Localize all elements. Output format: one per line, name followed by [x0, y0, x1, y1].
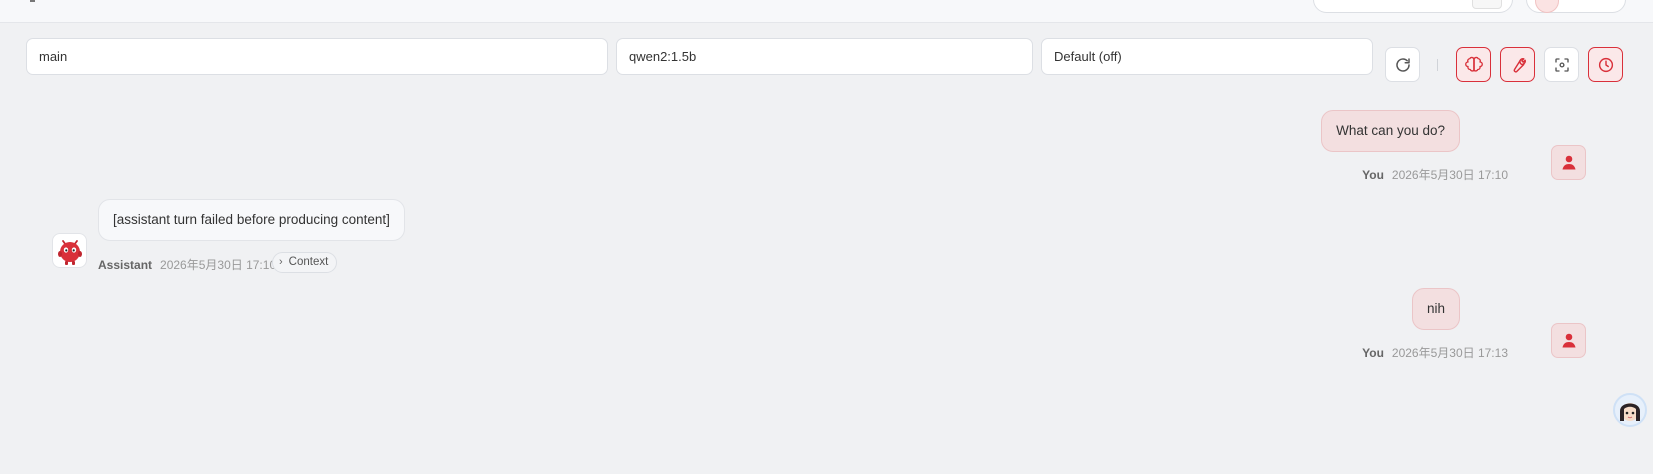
message-timestamp: 2026年5月30日 17:10: [1391, 168, 1508, 182]
message-author: Assistant: [98, 258, 153, 272]
user-avatar-message: [1551, 145, 1586, 180]
top-bar: [0, 0, 1653, 23]
chevron-right-icon: ›: [279, 256, 283, 268]
user-avatar-message: [1551, 323, 1586, 358]
search-pill[interactable]: [1313, 0, 1513, 13]
message-author: You: [1362, 168, 1384, 182]
focus-button[interactable]: [1544, 47, 1579, 82]
floating-assistant-button[interactable]: [1613, 393, 1647, 427]
shortcut-key-hint: [1472, 0, 1502, 9]
history-button[interactable]: [1588, 47, 1623, 82]
message-meta: You 2026年5月30日 17:13: [1362, 344, 1508, 361]
message-bubble: nih: [1411, 288, 1460, 330]
character-avatar-icon: [1620, 403, 1640, 421]
user-icon: [1562, 155, 1575, 170]
message-meta: You 2026年5月30日 17:10: [1362, 166, 1508, 183]
thinking-toggle-button[interactable]: [1456, 47, 1491, 82]
message-meta: Assistant 2026年5月30日 17:10: [98, 256, 276, 273]
brain-icon: [1464, 56, 1483, 72]
user-avatar: [1535, 0, 1559, 13]
wrench-icon: [1513, 57, 1526, 73]
message-author: You: [1362, 346, 1384, 360]
robot-mascot-icon: [57, 239, 82, 265]
focus-icon: [1554, 57, 1569, 72]
top-bar-mark: [30, 0, 35, 2]
message-bubble: [assistant turn failed before producing …: [98, 199, 405, 241]
assistant-avatar: [52, 233, 87, 268]
refresh-icon: [1395, 57, 1410, 72]
tools-button[interactable]: [1500, 47, 1535, 82]
message-bubble: What can you do?: [1321, 110, 1460, 152]
clock-icon: [1598, 57, 1613, 72]
context-toggle-button[interactable]: › Context: [272, 252, 338, 273]
context-label: Context: [288, 256, 329, 268]
model-select[interactable]: qwen2:1.5b: [616, 38, 1033, 75]
message-timestamp: 2026年5月30日 17:10: [160, 258, 277, 272]
user-menu-pill[interactable]: [1526, 0, 1626, 13]
branch-select[interactable]: main: [26, 38, 608, 75]
mode-select[interactable]: Default (off): [1041, 38, 1373, 75]
refresh-button[interactable]: [1385, 47, 1420, 82]
toolbar-divider: [1437, 59, 1438, 71]
message-timestamp: 2026年5月30日 17:13: [1391, 346, 1508, 360]
user-icon: [1562, 333, 1575, 348]
